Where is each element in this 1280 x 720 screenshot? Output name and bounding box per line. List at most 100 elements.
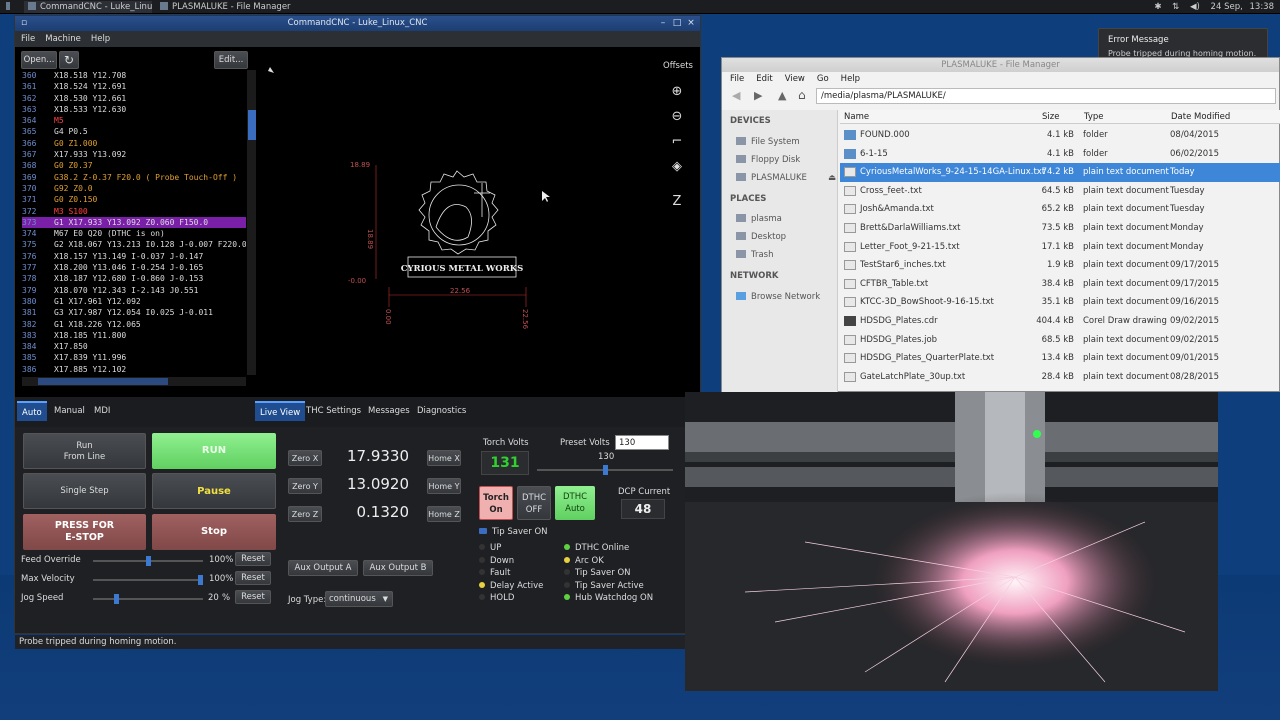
- gcode-line[interactable]: 362 X18.530 Y12.661: [22, 93, 246, 104]
- tab-messages[interactable]: Messages: [363, 401, 415, 421]
- column-type[interactable]: Type: [1084, 112, 1104, 122]
- forward-arrow-icon[interactable]: ▶: [754, 89, 762, 102]
- gcode-line[interactable]: 363 X18.533 Y12.630: [22, 104, 246, 115]
- jog-speed-slider[interactable]: [93, 594, 203, 604]
- view-top-icon[interactable]: ⌐: [668, 133, 686, 151]
- jog-speed-reset-button[interactable]: Reset: [235, 590, 271, 604]
- jog-type-select[interactable]: continuous ▼: [325, 591, 393, 607]
- app-menu-icon[interactable]: [2, 1, 10, 13]
- sidebar-item-browse-network[interactable]: Browse Network: [736, 292, 820, 302]
- tab-diagnostics[interactable]: Diagnostics: [412, 401, 471, 421]
- file-row[interactable]: CFTBR_Table.txt 38.4 kB plain text documen…: [840, 275, 1280, 294]
- gcode-listing[interactable]: 360 X18.518 Y12.708 361 X18.524 Y12.691 362 X…: [22, 70, 246, 375]
- tab-live-view[interactable]: Live View: [255, 401, 306, 421]
- estop-button[interactable]: PRESS FOR E-STOP: [23, 514, 146, 550]
- fm-titlebar[interactable]: PLASMALUKE - File Manager: [722, 58, 1279, 72]
- file-row[interactable]: HDSDG_Plates_QuarterPlate.txt 13.4 kB plai…: [840, 349, 1280, 368]
- menu-file[interactable]: File: [21, 34, 35, 44]
- sidebar-item-trash[interactable]: Trash: [736, 250, 773, 260]
- gcode-line[interactable]: 375 G2 X18.067 Y13.213 I0.128 J-0.007 F22…: [22, 239, 246, 250]
- max-velocity-slider[interactable]: [93, 575, 203, 585]
- fm-menu-help[interactable]: Help: [841, 74, 860, 84]
- stop-button[interactable]: Stop: [152, 514, 276, 550]
- sidebar-item-plasma[interactable]: plasma: [736, 214, 782, 224]
- gcode-line[interactable]: 376 X18.157 Y13.149 I-0.037 J-0.147: [22, 251, 246, 262]
- preset-volts-input[interactable]: 130: [615, 435, 669, 450]
- tab-auto[interactable]: Auto: [17, 401, 47, 421]
- fm-menu-view[interactable]: View: [785, 74, 805, 84]
- home-icon[interactable]: ⌂: [798, 88, 806, 102]
- taskbar-task-cnc[interactable]: CommandCNC - Luke_Linu...: [24, 1, 152, 13]
- zero-x-button[interactable]: Zero X: [288, 450, 322, 466]
- gcode-line[interactable]: 367 X17.933 Y13.092: [22, 149, 246, 160]
- gcode-line[interactable]: 386 X17.885 Y12.102: [22, 364, 246, 375]
- tip-saver-toggle[interactable]: Tip Saver ON: [479, 527, 548, 537]
- location-bar[interactable]: /media/plasma/PLASMALUKE/: [816, 88, 1276, 104]
- run-button[interactable]: RUN: [152, 433, 276, 469]
- single-step-button[interactable]: Single Step: [23, 473, 146, 509]
- tab-mdi[interactable]: MDI: [89, 401, 115, 421]
- aux-output-b-button[interactable]: Aux Output B: [363, 560, 433, 576]
- file-row[interactable]: Brett&DarlaWilliams.txt 73.5 kB plain text…: [840, 219, 1280, 238]
- file-row[interactable]: FOUND.000 4.1 kB folder 08/04/2015: [840, 126, 1280, 145]
- edit-button[interactable]: Edit...: [214, 51, 248, 69]
- gcode-line[interactable]: 379 X18.070 Y12.343 I-2.143 J0.551: [22, 285, 246, 296]
- menu-machine[interactable]: Machine: [45, 34, 81, 44]
- zero-z-button[interactable]: Zero Z: [288, 506, 322, 522]
- column-name[interactable]: Name: [844, 112, 869, 122]
- gcode-line[interactable]: 383 X18.185 Y11.800: [22, 330, 246, 341]
- network-icon[interactable]: ⇅: [1172, 2, 1179, 12]
- reload-icon[interactable]: ↻: [59, 51, 79, 69]
- file-row[interactable]: HDSDG_Plates.cdr 404.4 kB Corel Draw drawi…: [840, 312, 1280, 331]
- gcode-line[interactable]: 382 G1 X18.226 Y12.065: [22, 319, 246, 330]
- gcode-line[interactable]: 374 M67 E0 Q20 (DTHC is on): [22, 228, 246, 239]
- open-button[interactable]: Open...: [21, 51, 57, 69]
- cnc-titlebar[interactable]: ▫ CommandCNC - Luke_Linux_CNC – □ ×: [15, 16, 700, 31]
- gcode-line[interactable]: 380 G1 X17.961 Y12.092: [22, 296, 246, 307]
- back-arrow-icon[interactable]: ◀: [732, 89, 740, 102]
- offsets-label[interactable]: Offsets: [663, 61, 693, 71]
- gcode-hscrollbar[interactable]: [22, 377, 246, 386]
- pause-button[interactable]: Pause: [152, 473, 276, 509]
- dthc-auto-button[interactable]: DTHC Auto: [555, 486, 595, 520]
- volume-icon[interactable]: ◀): [1190, 2, 1200, 12]
- close-icon[interactable]: ×: [686, 18, 696, 28]
- home-x-button[interactable]: Home X: [427, 450, 461, 466]
- eject-icon[interactable]: ⏏: [828, 173, 836, 183]
- gcode-line[interactable]: 372 M3 S100: [22, 206, 246, 217]
- taskbar-task-filemanager[interactable]: PLASMALUKE - File Manager: [156, 1, 306, 13]
- bluetooth-icon[interactable]: ✱: [1154, 2, 1161, 12]
- gcode-line[interactable]: 371 G0 Z0.150: [22, 194, 246, 205]
- home-y-button[interactable]: Home Y: [427, 478, 461, 494]
- fm-menu-edit[interactable]: Edit: [756, 74, 772, 84]
- torch-on-button[interactable]: Torch On: [479, 486, 513, 520]
- zoom-out-icon[interactable]: ⊖: [668, 108, 686, 126]
- aux-output-a-button[interactable]: Aux Output A: [288, 560, 358, 576]
- gcode-line[interactable]: 377 X18.200 Y13.046 I-0.254 J-0.165: [22, 262, 246, 273]
- home-z-button[interactable]: Home Z: [427, 506, 461, 522]
- fm-menu-go[interactable]: Go: [817, 74, 829, 84]
- max-velocity-reset-button[interactable]: Reset: [235, 571, 271, 585]
- sidebar-item-floppy[interactable]: Floppy Disk: [736, 155, 800, 165]
- gcode-line[interactable]: 365 G4 P0.5: [22, 126, 246, 137]
- feed-override-slider[interactable]: [93, 556, 203, 566]
- file-row[interactable]: Cross_feet-.txt 64.5 kB plain text documen…: [840, 182, 1280, 201]
- file-row[interactable]: KTCC-3D_BowShoot-9-16-15.txt 35.1 kB plain…: [840, 293, 1280, 312]
- clear-path-icon[interactable]: ◈: [668, 158, 686, 176]
- feed-override-reset-button[interactable]: Reset: [235, 552, 271, 566]
- gcode-line[interactable]: 381 G3 X17.987 Y12.054 I0.025 J-0.011: [22, 307, 246, 318]
- toolpath-preview[interactable]: 18.89 18.89 -0.00 22.56 0.00 22.56 CYRIO…: [256, 47, 700, 395]
- up-arrow-icon[interactable]: ▲: [778, 89, 786, 102]
- zero-y-button[interactable]: Zero Y: [288, 478, 322, 494]
- file-row[interactable]: TestStar6_inches.txt 1.9 kB plain text doc…: [840, 256, 1280, 275]
- file-row[interactable]: 6-1-15 4.1 kB folder 06/02/2015: [840, 145, 1280, 164]
- gcode-line[interactable]: 384 X17.850: [22, 341, 246, 352]
- gcode-line[interactable]: 366 G0 Z1.000: [22, 138, 246, 149]
- gcode-line[interactable]: 378 X18.187 Y12.680 I-0.860 J-0.153: [22, 273, 246, 284]
- view-z-icon[interactable]: Z: [668, 193, 686, 211]
- column-size[interactable]: Size: [1042, 112, 1059, 122]
- column-date[interactable]: Date Modified: [1171, 112, 1230, 122]
- preset-volts-slider[interactable]: [537, 465, 673, 475]
- gcode-line[interactable]: 368 G0 Z0.37: [22, 160, 246, 171]
- gcode-line[interactable]: 364 M5: [22, 115, 246, 126]
